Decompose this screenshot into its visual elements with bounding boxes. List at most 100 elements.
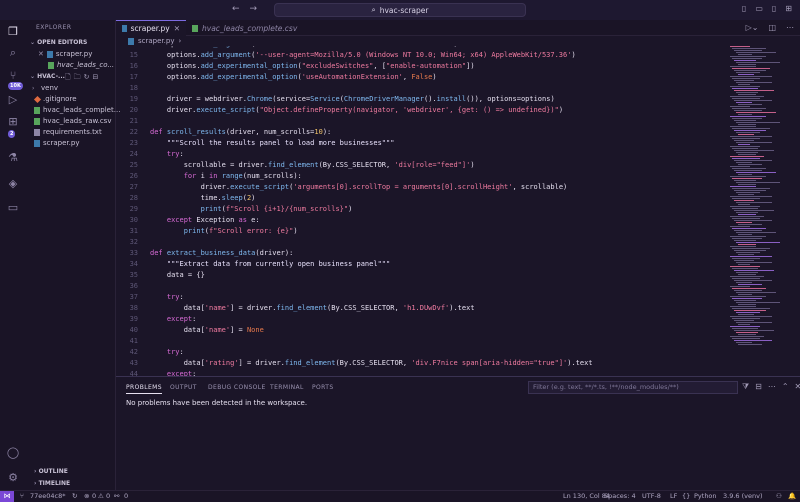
new-file-icon[interactable]: 🗋 xyxy=(65,73,71,84)
line-number: 15 xyxy=(129,51,138,59)
minimap-line xyxy=(730,126,756,127)
testing-icon[interactable]: ⚗ xyxy=(6,150,20,164)
more-actions-icon[interactable]: ⋯ xyxy=(768,382,776,392)
collapse-all-icon[interactable]: ⊟ xyxy=(755,382,762,392)
minimap-line xyxy=(730,196,772,197)
customize-layout-icon[interactable]: ⊞ xyxy=(785,4,792,13)
breadcrumb[interactable]: scraper.py › xyxy=(128,37,181,45)
maximize-panel-icon[interactable]: ⌃ xyxy=(782,382,789,392)
code-editor[interactable]: 14 options.add_argument('--disable-blink… xyxy=(116,46,726,376)
braces-icon: {} xyxy=(682,492,691,500)
notifications-bell-icon[interactable]: 🔔 xyxy=(788,492,796,500)
minimap-line xyxy=(734,220,772,221)
forward-arrow-icon[interactable]: → xyxy=(250,4,258,14)
source-control-badge: 10K xyxy=(8,82,23,90)
minimap-line xyxy=(732,288,766,289)
sync-icon[interactable]: ↻ xyxy=(72,492,77,500)
remote-explorer-icon[interactable]: ▭ xyxy=(6,200,20,214)
minimap-line xyxy=(730,116,766,117)
outline-section[interactable]: › OUTLINE xyxy=(34,468,68,475)
close-panel-icon[interactable]: ✕ xyxy=(795,382,800,392)
minimap-line xyxy=(738,74,754,75)
timeline-section[interactable]: › TIMELINE xyxy=(34,480,70,487)
copilot-icon[interactable]: ⚇ xyxy=(776,492,782,500)
tab-output[interactable]: OUTPUT xyxy=(170,384,197,391)
back-arrow-icon[interactable]: ← xyxy=(232,4,240,14)
branch-name[interactable]: 77ee04c8* xyxy=(30,492,66,500)
language-mode[interactable]: Python xyxy=(694,492,717,500)
tab-scraper-py[interactable]: scraper.py ✕ xyxy=(116,20,186,36)
open-editors-header[interactable]: ⌄ OPEN EDITORS xyxy=(30,39,87,46)
open-editor-item[interactable]: ✕ scraper.py xyxy=(38,50,92,58)
filter-icon[interactable]: ⧩ xyxy=(742,382,749,392)
tab-problems[interactable]: PROBLEMS xyxy=(126,384,162,394)
tab-terminal[interactable]: TERMINAL xyxy=(270,384,304,391)
search-activity-icon[interactable]: ⌕ xyxy=(6,46,20,60)
minimap-line xyxy=(732,298,762,299)
problems-filter-input[interactable]: Filter (e.g. text, **/*.ts, !**/node_mod… xyxy=(528,381,738,394)
error-count[interactable]: 0 xyxy=(92,492,96,500)
minimap-line xyxy=(732,48,766,49)
extensions-icon[interactable]: ⊞ xyxy=(6,114,20,128)
run-icon[interactable]: ▷⌄ xyxy=(746,23,759,32)
editor-actions: ▷⌄ ◫ ⋯ xyxy=(746,23,794,32)
settings-gear-icon[interactable]: ⚙ xyxy=(6,470,20,484)
open-editor-item[interactable]: hvac_leads_co... xyxy=(48,61,114,69)
refresh-icon[interactable]: ↻ xyxy=(84,73,90,84)
folder-header[interactable]: ⌄ HVAC-... xyxy=(30,73,65,80)
collapse-all-icon[interactable]: ⊟ xyxy=(93,73,99,84)
minimap-line xyxy=(738,234,752,235)
end-of-line[interactable]: LF xyxy=(670,492,677,500)
split-editor-icon[interactable]: ◫ xyxy=(768,23,776,32)
explorer-icon[interactable]: ❐ xyxy=(6,24,20,38)
line-number: 17 xyxy=(129,73,138,81)
minimap-line xyxy=(732,178,762,179)
warning-count[interactable]: 0 xyxy=(106,492,110,500)
remote-indicator-icon[interactable]: ⋈ xyxy=(0,491,14,502)
source-control-icon[interactable]: ⑂ xyxy=(6,68,20,82)
python-interpreter[interactable]: 3.9.6 (venv) xyxy=(723,492,763,500)
run-debug-icon[interactable]: ▷ xyxy=(6,92,20,106)
tree-item-leads-complete[interactable]: hvac_leads_complet... xyxy=(34,106,120,114)
indentation[interactable]: Spaces: 4 xyxy=(604,492,636,500)
minimap-line xyxy=(734,90,774,91)
minimap-line xyxy=(738,224,762,225)
new-folder-icon[interactable]: 🗀 xyxy=(74,73,81,84)
account-icon[interactable]: ◯ xyxy=(6,445,20,459)
minimap-line xyxy=(734,140,754,141)
toggle-secondary-sidebar-icon[interactable]: ▯ xyxy=(772,4,776,13)
ports-count[interactable]: 0 xyxy=(124,492,128,500)
more-actions-icon[interactable]: ⋯ xyxy=(786,23,794,32)
line-code: for i in range(num_scrolls): xyxy=(183,172,302,180)
folder-label: HVAC-... xyxy=(37,73,65,80)
minimap-line xyxy=(734,160,772,161)
toggle-panel-icon[interactable]: ▭ xyxy=(755,4,763,13)
command-center-search[interactable]: ⌕ hvac-scraper xyxy=(274,3,526,17)
minimap[interactable] xyxy=(726,36,800,376)
tab-hvac-leads-complete[interactable]: hvac_leads_complete.csv xyxy=(186,20,306,36)
minimap-line xyxy=(732,168,766,169)
tree-item-gitignore[interactable]: .gitignore xyxy=(33,95,77,103)
minimap-line xyxy=(730,236,766,237)
line-code: data['name'] = None xyxy=(150,326,264,334)
tab-debug-console[interactable]: DEBUG CONSOLE xyxy=(208,384,266,391)
tree-item-requirements[interactable]: requirements.txt xyxy=(34,128,102,136)
line-number: 24 xyxy=(129,150,138,158)
mongodb-icon[interactable]: ◈ xyxy=(6,176,20,190)
tree-item-leads-raw[interactable]: hvac_leads_raw.csv xyxy=(34,117,111,125)
minimap-line xyxy=(734,120,756,121)
close-icon[interactable]: ✕ xyxy=(38,50,44,58)
cursor-position[interactable]: Ln 130, Col 84 xyxy=(563,492,610,500)
close-icon[interactable]: ✕ xyxy=(174,24,180,33)
encoding[interactable]: UTF-8 xyxy=(642,492,661,500)
line-code: except: xyxy=(166,370,197,376)
line-code: driver = webdriver.Chrome(service=Servic… xyxy=(150,95,555,103)
line-number: 22 xyxy=(129,128,138,136)
tree-item-venv[interactable]: › venv xyxy=(32,84,58,92)
csv-file-icon xyxy=(48,61,54,69)
minimap-line xyxy=(730,186,756,187)
tab-ports[interactable]: PORTS xyxy=(312,384,334,391)
minimap-line xyxy=(732,98,760,99)
toggle-sidebar-icon[interactable]: ▯ xyxy=(742,4,746,13)
tree-item-scraper[interactable]: scraper.py xyxy=(34,139,79,147)
